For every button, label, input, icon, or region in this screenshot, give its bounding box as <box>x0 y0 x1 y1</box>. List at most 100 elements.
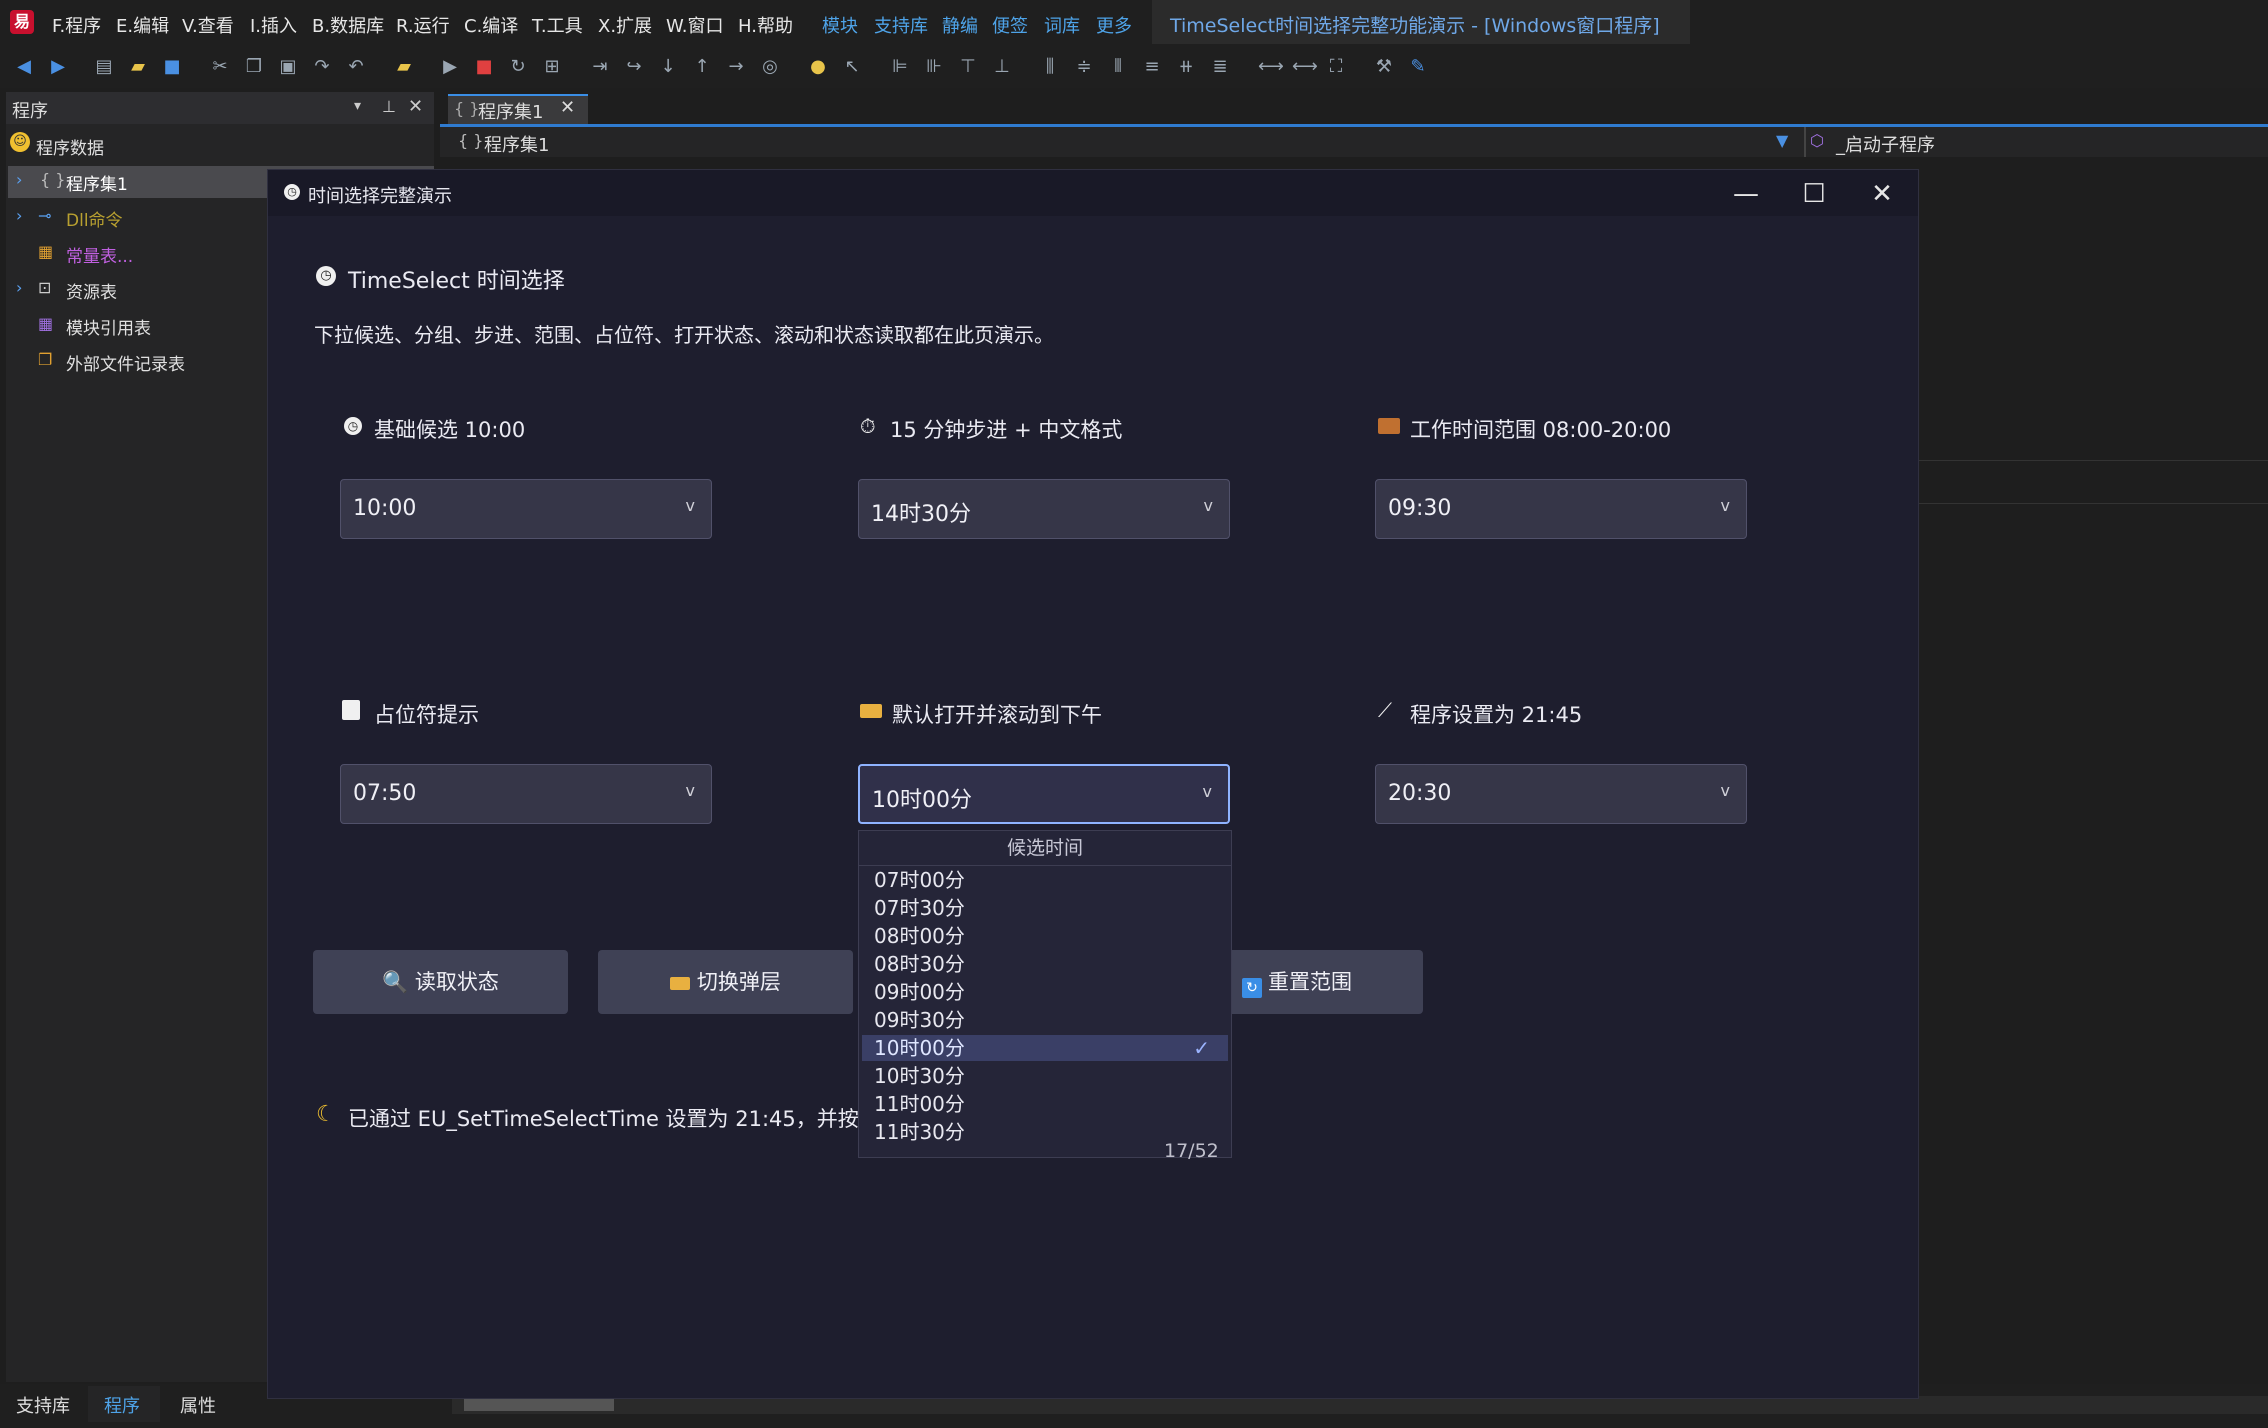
link-notes[interactable]: 便签 <box>992 12 1028 38</box>
paste-icon[interactable]: ▣ <box>278 57 298 77</box>
menu-window[interactable]: W.窗口 <box>666 12 723 38</box>
open-folder-icon[interactable]: ▰ <box>128 57 148 77</box>
tree-program-set-1[interactable]: 程序集1 <box>66 170 128 195</box>
menu-tools[interactable]: T.工具 <box>532 12 583 38</box>
pin-icon[interactable]: ⊥ <box>382 97 396 116</box>
expand-chevron-icon[interactable]: › <box>16 170 22 189</box>
save-icon[interactable]: ■ <box>162 57 182 77</box>
close-panel-icon[interactable]: ✕ <box>408 96 423 117</box>
copy-icon[interactable]: ❐ <box>244 57 264 77</box>
tree-resources[interactable]: 资源表 <box>66 278 117 303</box>
menu-help[interactable]: H.帮助 <box>738 12 793 38</box>
stop-icon[interactable]: ■ <box>474 57 494 77</box>
time-select-range[interactable]: 09:30 v <box>1375 479 1747 539</box>
link-module[interactable]: 模块 <box>822 12 858 38</box>
run-to-cursor-icon[interactable]: → <box>726 57 746 77</box>
link-dictionary[interactable]: 词库 <box>1044 12 1080 38</box>
brush-icon[interactable]: ✎ <box>1408 57 1428 77</box>
same-height-icon[interactable]: ⟷ <box>1292 57 1318 77</box>
step-out-icon[interactable]: ↑ <box>692 57 712 77</box>
maximize-button[interactable]: ☐ <box>1792 176 1836 212</box>
time-select-program-set[interactable]: 20:30 v <box>1375 764 1747 824</box>
time-select-placeholder[interactable]: 07:50 v <box>340 764 712 824</box>
dropdown-option[interactable]: 09时30分 <box>862 1007 1228 1033</box>
tree-program-data[interactable]: 程序数据 <box>36 134 104 159</box>
editor-scope-right[interactable]: _启动子程序 <box>1836 131 1935 157</box>
distribute-h-icon[interactable]: ⧺ <box>1176 57 1196 77</box>
checkmark-icon: ✓ <box>1193 1036 1210 1060</box>
time-select-step[interactable]: 14时30分 v <box>858 479 1230 539</box>
same-width-icon[interactable]: ⟷ <box>1258 57 1284 77</box>
tree-external-files[interactable]: 外部文件记录表 <box>66 350 185 375</box>
dropdown-option[interactable]: 07时30分 <box>862 895 1228 921</box>
dropdown-option[interactable]: 08时30分 <box>862 951 1228 977</box>
align-left-icon[interactable]: ⊫ <box>890 57 910 77</box>
menu-run[interactable]: R.运行 <box>396 12 450 38</box>
dropdown-option[interactable]: 07时00分 <box>862 867 1228 893</box>
minimize-button[interactable]: — <box>1724 176 1768 212</box>
tab-program[interactable]: 程序 <box>104 1392 140 1418</box>
scope-dropdown-icon[interactable]: ▼ <box>1776 131 1788 150</box>
horizontal-scrollbar[interactable] <box>452 1396 2268 1414</box>
align-top-icon[interactable]: ⊤ <box>958 57 978 77</box>
menu-view[interactable]: V.查看 <box>182 12 234 38</box>
undo-icon[interactable]: ↶ <box>346 57 366 77</box>
center-v-icon[interactable]: ≡ <box>1142 57 1162 77</box>
close-button[interactable]: ✕ <box>1860 176 1904 212</box>
tab-properties[interactable]: 属性 <box>180 1392 216 1418</box>
dropdown-option[interactable]: 10时30分 <box>862 1063 1228 1089</box>
step-into-icon[interactable]: ↓ <box>658 57 678 77</box>
step-icon[interactable]: ⇥ <box>590 57 610 77</box>
time-select-default-open[interactable]: 10时00分 v <box>858 764 1230 824</box>
v-spacing-icon[interactable]: ≑ <box>1074 57 1094 77</box>
cut-icon[interactable]: ✂ <box>210 57 230 77</box>
dropdown-option[interactable]: 11时00分 <box>862 1091 1228 1117</box>
run-icon[interactable]: ▶ <box>440 57 460 77</box>
menu-program[interactable]: F.程序 <box>52 12 101 38</box>
menu-extend[interactable]: X.扩展 <box>598 12 652 38</box>
forward-icon[interactable]: ▶ <box>48 57 68 77</box>
tree-module-refs[interactable]: 模块引用表 <box>66 314 151 339</box>
scrollbar-thumb[interactable] <box>464 1399 614 1411</box>
dropdown-option[interactable]: 08时00分 <box>862 923 1228 949</box>
menu-edit[interactable]: E.编辑 <box>116 12 169 38</box>
step-over-icon[interactable]: ↪ <box>624 57 644 77</box>
redo-icon[interactable]: ↷ <box>312 57 332 77</box>
restart-icon[interactable]: ↻ <box>508 57 528 77</box>
expand-chevron-icon[interactable]: › <box>16 278 22 297</box>
h-spacing-icon[interactable]: ⫼ <box>1040 57 1060 77</box>
breakpoint-icon[interactable]: ◎ <box>760 57 780 77</box>
panel-menu-icon[interactable]: ▾ <box>354 98 361 114</box>
tools-icon[interactable]: ⚒ <box>1374 57 1394 77</box>
link-static-compile[interactable]: 静编 <box>942 12 978 38</box>
align-bottom-icon[interactable]: ⊥ <box>992 57 1012 77</box>
dropdown-option[interactable]: 09时00分 <box>862 979 1228 1005</box>
menu-compile[interactable]: C.编译 <box>464 12 518 38</box>
tab-support-lib[interactable]: 支持库 <box>16 1392 70 1418</box>
menu-insert[interactable]: I.插入 <box>250 12 297 38</box>
center-h-icon[interactable]: ⫴ <box>1108 57 1128 77</box>
module-icon: ▦ <box>38 314 54 333</box>
same-size-icon[interactable]: ⛶ <box>1326 57 1346 77</box>
build-icon[interactable]: ⊞ <box>542 57 562 77</box>
bulb-icon[interactable]: ● <box>808 57 828 77</box>
read-state-button[interactable]: 🔍 读取状态 <box>313 950 568 1014</box>
new-file-icon[interactable]: ▤ <box>94 57 114 77</box>
expand-chevron-icon[interactable]: › <box>16 206 22 225</box>
align-right-icon[interactable]: ⊪ <box>924 57 944 77</box>
link-more[interactable]: 更多 <box>1096 12 1132 38</box>
distribute-v-icon[interactable]: ≣ <box>1210 57 1230 77</box>
time-select-basic[interactable]: 10:00 v <box>340 479 712 539</box>
link-support-lib[interactable]: 支持库 <box>874 12 928 38</box>
toggle-popup-button[interactable]: 切换弹层 <box>598 950 853 1014</box>
editor-scope-left[interactable]: 程序集1 <box>484 131 549 157</box>
dropdown-option-selected[interactable]: 10时00分 ✓ <box>862 1035 1228 1061</box>
tree-dll-commands[interactable]: Dll命令 <box>66 206 123 231</box>
pointer-icon[interactable]: ↖ <box>842 57 862 77</box>
field-label-program-set: 程序设置为 21:45 <box>1410 703 1583 727</box>
back-icon[interactable]: ◀ <box>14 57 34 77</box>
tree-constants[interactable]: 常量表... <box>66 242 133 267</box>
folder-icon[interactable]: ▰ <box>394 57 414 77</box>
close-tab-icon[interactable]: ✕ <box>560 97 575 118</box>
menu-database[interactable]: B.数据库 <box>312 12 384 38</box>
